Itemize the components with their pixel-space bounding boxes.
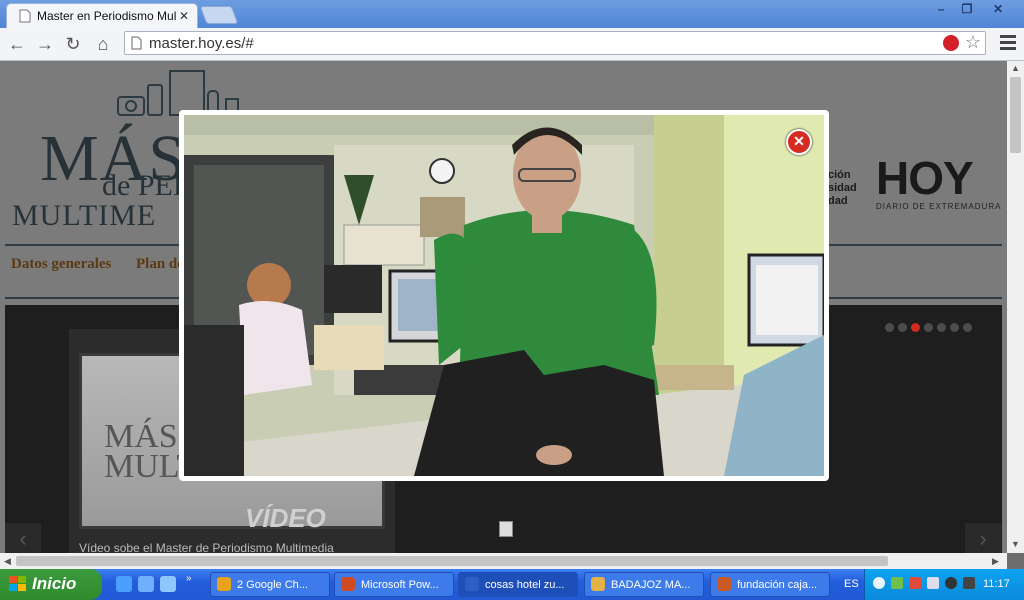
scroll-left-icon[interactable]: ◀ bbox=[4, 556, 11, 567]
tray-display-icon[interactable] bbox=[963, 577, 975, 589]
home-icon[interactable]: ⌂ bbox=[92, 33, 114, 55]
slider-dot[interactable] bbox=[950, 323, 959, 332]
taskbar-item-label: cosas hotel zu... bbox=[485, 579, 565, 591]
slide-caption[interactable]: Vídeo sobe el Master de Periodismo Multi… bbox=[79, 541, 334, 553]
browser-tab[interactable]: Master en Periodismo Multimedia ✕ bbox=[6, 3, 198, 28]
slider-next-button[interactable]: › bbox=[965, 523, 1001, 553]
vertical-scrollbar[interactable]: ▲ ▼ bbox=[1007, 61, 1024, 553]
tab-title: Master en Periodismo Multimedia bbox=[37, 9, 176, 23]
nav-item-datos-generales[interactable]: Datos generales bbox=[11, 256, 111, 273]
forward-icon[interactable]: → bbox=[34, 33, 56, 55]
scroll-up-icon[interactable]: ▲ bbox=[1011, 63, 1020, 73]
hoy-logo[interactable]: HOY bbox=[876, 151, 974, 205]
app-icon bbox=[717, 577, 731, 591]
media-player-icon[interactable] bbox=[138, 576, 154, 592]
restore-button[interactable]: ❐ bbox=[954, 1, 980, 17]
taskbar-item[interactable]: Microsoft Pow... bbox=[334, 572, 454, 597]
system-tray: 11:17 bbox=[864, 569, 1024, 600]
logo-line3: MULTIME bbox=[12, 199, 157, 232]
start-button[interactable]: Inicio bbox=[0, 569, 102, 600]
close-modal-button[interactable]: ✕ bbox=[786, 129, 812, 155]
reload-icon[interactable]: ↻ bbox=[62, 33, 84, 55]
browser-titlebar: Master en Periodismo Multimedia ✕ – ❐ ✕ bbox=[0, 0, 1024, 28]
video-player[interactable]: ✕ bbox=[184, 115, 824, 476]
word-icon bbox=[465, 577, 479, 591]
page-icon bbox=[19, 9, 31, 23]
taskbar-item[interactable]: fundación caja... bbox=[710, 572, 830, 597]
tray-volume-icon[interactable] bbox=[927, 577, 939, 589]
quicklaunch-more-icon[interactable]: » bbox=[186, 573, 192, 584]
vertical-scroll-thumb[interactable] bbox=[1010, 77, 1021, 153]
address-bar[interactable]: master.hoy.es/# ☆ bbox=[124, 31, 986, 55]
messenger-icon[interactable] bbox=[160, 576, 176, 592]
close-window-button[interactable]: ✕ bbox=[980, 1, 1016, 17]
document-icon bbox=[131, 36, 142, 50]
taskbar-item[interactable]: BADAJOZ MA... bbox=[584, 572, 704, 597]
nav-item-plan[interactable]: Plan de bbox=[136, 256, 184, 273]
start-label: Inicio bbox=[32, 574, 77, 593]
broken-image-icon bbox=[499, 521, 513, 537]
horizontal-scroll-thumb[interactable] bbox=[16, 556, 888, 566]
minimize-button[interactable]: – bbox=[928, 1, 954, 17]
powerpoint-icon bbox=[341, 577, 355, 591]
taskbar-item[interactable]: cosas hotel zu... bbox=[458, 572, 578, 597]
chrome-icon bbox=[217, 577, 231, 591]
scroll-right-icon[interactable]: ▶ bbox=[992, 556, 999, 567]
taskbar: Inicio » 2 Google Ch... Microsoft Pow... c… bbox=[0, 569, 1024, 600]
partner-line: dad bbox=[828, 195, 848, 207]
new-tab-button[interactable] bbox=[199, 6, 239, 24]
back-icon[interactable]: ← bbox=[6, 33, 28, 55]
hoy-subtitle: DIARIO DE EXTREMADURA bbox=[876, 202, 1002, 211]
slider-dot[interactable] bbox=[937, 323, 946, 332]
taskbar-item[interactable]: 2 Google Ch... bbox=[210, 572, 330, 597]
slider-dot[interactable] bbox=[885, 323, 894, 332]
video-modal: ✕ bbox=[179, 110, 829, 481]
ie-icon[interactable] bbox=[116, 576, 132, 592]
video-frame bbox=[184, 115, 824, 476]
taskbar-item-label: Microsoft Pow... bbox=[361, 579, 439, 591]
extension-icon[interactable] bbox=[943, 35, 959, 51]
taskbar-item-label: fundación caja... bbox=[737, 579, 818, 591]
scroll-down-icon[interactable]: ▼ bbox=[1011, 539, 1020, 549]
partner-logo-text: ción sidad dad bbox=[828, 169, 857, 208]
slider-dot[interactable] bbox=[898, 323, 907, 332]
tray-app-icon[interactable] bbox=[945, 577, 957, 589]
horizontal-scrollbar[interactable]: ◀ ▶ bbox=[0, 553, 1007, 569]
url-text[interactable]: master.hoy.es/# bbox=[149, 35, 254, 52]
partner-line: sidad bbox=[828, 182, 857, 194]
menu-icon[interactable] bbox=[1000, 35, 1016, 53]
slider-dot[interactable] bbox=[911, 323, 920, 332]
language-indicator[interactable]: ES bbox=[844, 578, 859, 590]
windows-flag-icon bbox=[9, 576, 26, 591]
video-label: VÍDEO bbox=[245, 503, 326, 533]
tray-antivirus-icon[interactable] bbox=[909, 577, 921, 589]
taskbar-item-label: 2 Google Ch... bbox=[237, 579, 308, 591]
clock[interactable]: 11:17 bbox=[983, 578, 1010, 590]
tab-close-icon[interactable]: ✕ bbox=[176, 9, 192, 23]
slider-dots bbox=[885, 323, 972, 332]
browser-toolbar: ← → ↻ ⌂ master.hoy.es/# ☆ bbox=[0, 28, 1024, 61]
tray-arrow-icon[interactable] bbox=[873, 577, 885, 589]
partner-line: ción bbox=[828, 169, 851, 181]
slider-dot[interactable] bbox=[963, 323, 972, 332]
slider-prev-button[interactable]: ‹ bbox=[5, 523, 41, 553]
taskbar-item-label: BADAJOZ MA... bbox=[611, 579, 691, 591]
bookmark-star-icon[interactable]: ☆ bbox=[965, 32, 981, 53]
folder-icon bbox=[591, 577, 605, 591]
slider-dot[interactable] bbox=[924, 323, 933, 332]
tray-network-icon[interactable] bbox=[891, 577, 903, 589]
